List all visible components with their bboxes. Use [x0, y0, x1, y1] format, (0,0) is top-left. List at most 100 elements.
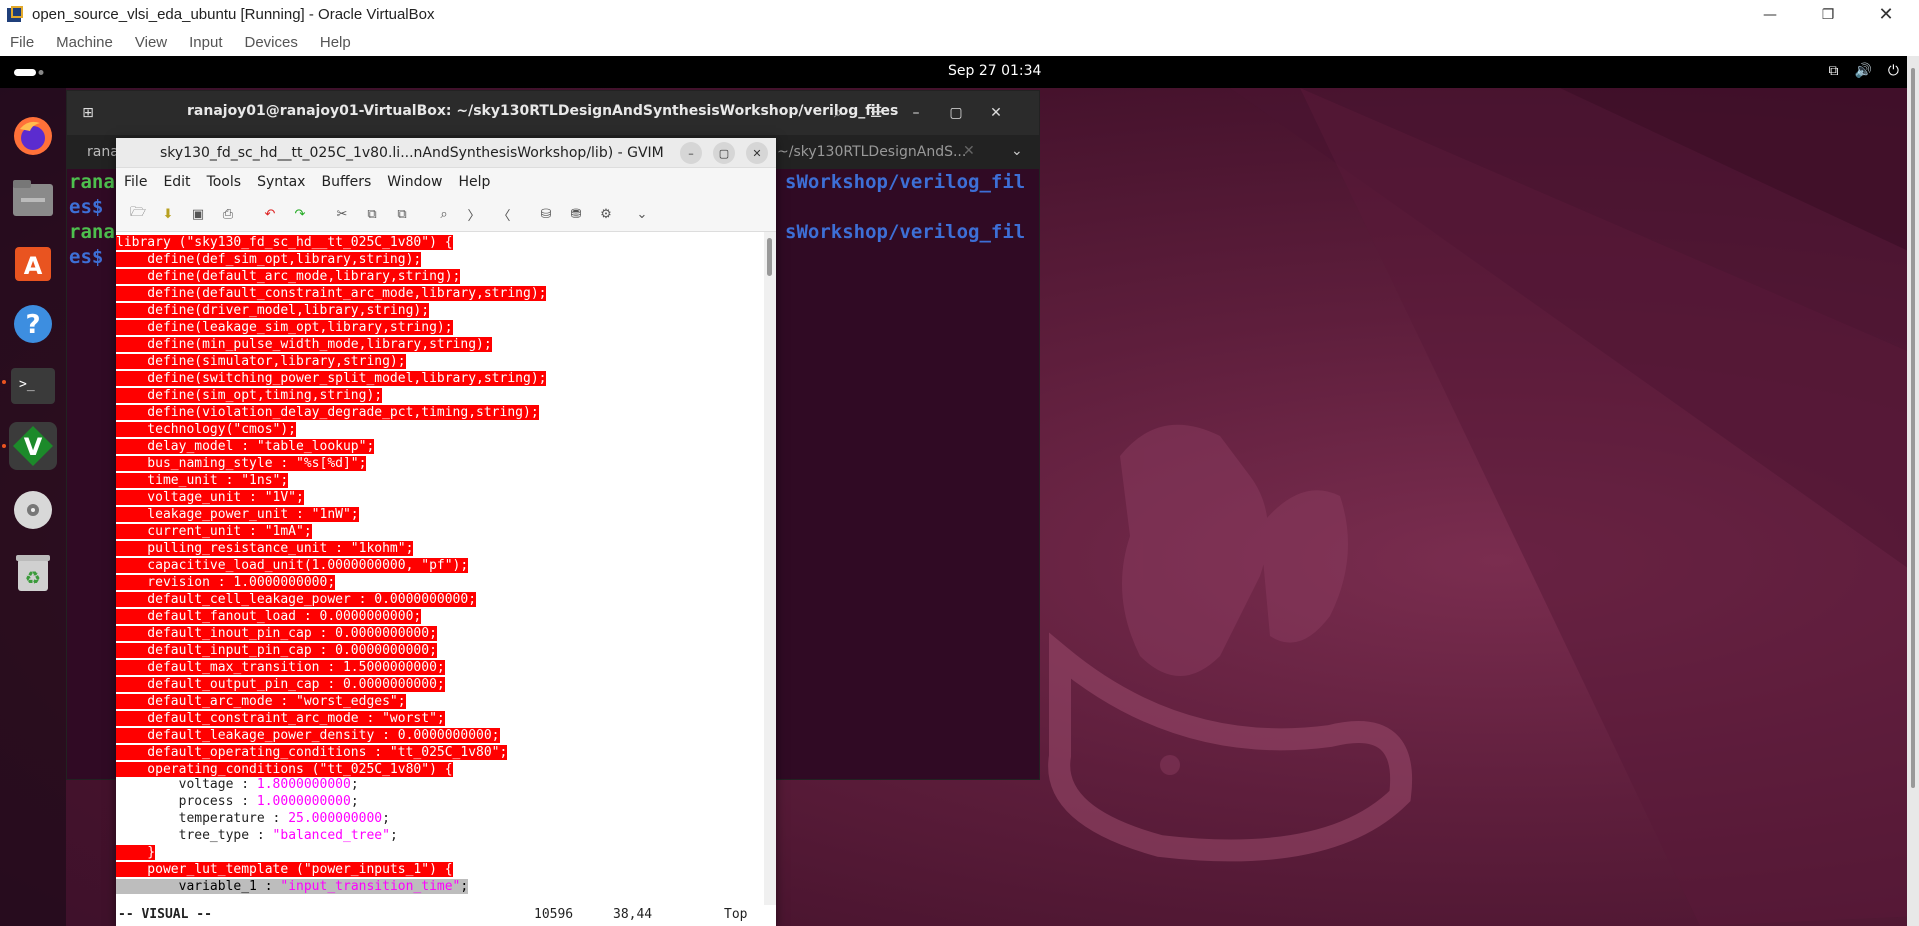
files-icon[interactable]	[9, 174, 57, 222]
code-line: default_cell_leakage_power : 0.000000000…	[116, 592, 477, 607]
terminal-headerbar: ⊞ ranajoy01@ranajoy01-VirtualBox: ~/sky1…	[67, 91, 1039, 135]
chevron-down-icon[interactable]: ⌄	[1011, 143, 1023, 159]
undo-icon[interactable]: ↶	[260, 204, 280, 224]
code-line: bus_naming_style : "%s[%d]";	[116, 456, 367, 471]
cut-icon[interactable]: ✂	[332, 204, 352, 224]
svg-text:?: ?	[25, 310, 40, 340]
code-line: default_max_transition : 1.5000000000;	[116, 660, 445, 675]
dvd-icon[interactable]	[9, 486, 57, 534]
clock[interactable]: Sep 27 01:34	[948, 63, 1041, 79]
gvim-close-button[interactable]: ✕	[746, 142, 768, 164]
host-scroll-thumb[interactable]	[1911, 68, 1915, 788]
chevron-down-icon[interactable]: ⌄	[632, 204, 652, 224]
gvim-scrollbar[interactable]	[764, 232, 776, 905]
cursor-position: 38,44	[613, 907, 653, 922]
terminal-icon[interactable]: >_	[9, 362, 57, 410]
gvim-scroll-thumb[interactable]	[767, 238, 772, 276]
code-line: pulling_resistance_unit : "1kohm";	[116, 541, 414, 556]
gvim-maximize-button[interactable]: ▢	[713, 142, 735, 164]
run-script-icon[interactable]: ⚙	[596, 204, 616, 224]
gvim-menu-edit[interactable]: Edit	[163, 174, 190, 190]
network-icon[interactable]: ⧉	[1828, 63, 1838, 79]
save-icon[interactable]: ▣	[188, 204, 208, 224]
host-scrollbar[interactable]	[1907, 56, 1919, 926]
app-center-icon[interactable]: A	[9, 238, 57, 286]
gvim-menu-file[interactable]: File	[124, 174, 147, 190]
code-line: define(def_sim_opt,library,string);	[116, 252, 422, 267]
host-menu-input[interactable]: Input	[189, 34, 222, 51]
code-line: temperature : 25.000000000;	[116, 811, 390, 826]
host-menu-devices[interactable]: Devices	[245, 34, 298, 51]
gvim-menu-tools[interactable]: Tools	[207, 174, 242, 190]
menu-icon[interactable]: ☰	[863, 101, 889, 125]
gvim-editor[interactable]: library ("sky130_fd_sc_hd__tt_025C_1v80"…	[116, 232, 764, 905]
svg-text:A: A	[24, 252, 43, 280]
svg-text:>_: >_	[19, 377, 35, 392]
host-close-button[interactable]: ✕	[1857, 0, 1915, 29]
host-restore-button[interactable]: ❐	[1799, 0, 1857, 29]
host-menu-view[interactable]: View	[135, 34, 167, 51]
gvim-menu-window[interactable]: Window	[387, 174, 442, 190]
gvim-icon[interactable]: V	[9, 422, 57, 470]
gvim-toolbar: 🗁 ⬇ ▣ ⎙ ↶ ↷ ✂ ⧉ ⧉ ⌕ 〉 〈 ⛁ ⛃ ⚙ ⌄	[116, 196, 776, 232]
vim-mode: -- VISUAL --	[118, 907, 212, 922]
host-minimize-button[interactable]: —	[1741, 0, 1799, 29]
open-icon[interactable]: 🗁	[128, 204, 148, 224]
host-menu-machine[interactable]: Machine	[56, 34, 113, 51]
code-line: library ("sky130_fd_sc_hd__tt_025C_1v80"…	[116, 235, 453, 250]
code-line: define(default_arc_mode,library,string);	[116, 269, 461, 284]
new-tab-icon[interactable]: ⊞	[75, 101, 101, 125]
gvim-running-dot	[2, 444, 6, 448]
copy-icon[interactable]: ⧉	[362, 204, 382, 224]
code-line: define(sim_opt,timing,string);	[116, 388, 383, 403]
gvim-menu-help[interactable]: Help	[458, 174, 490, 190]
gvim-minimize-button[interactable]: –	[680, 142, 702, 164]
code-line: tree_type : "balanced_tree";	[116, 828, 398, 843]
terminal-line-path: sWorkshop/verilog_fil	[785, 221, 1026, 243]
code-line: default_inout_pin_cap : 0.0000000000;	[116, 626, 437, 641]
dock: A ? >_ V ♻	[0, 88, 66, 926]
code-line: default_output_pin_cap : 0.0000000000;	[116, 677, 445, 692]
gvim-menubar: File Edit Tools Syntax Buffers Window He…	[116, 168, 776, 196]
print-icon[interactable]: ⎙	[218, 204, 238, 224]
selection-count: 10596	[534, 907, 574, 922]
find-prev-icon[interactable]: 〈	[494, 204, 514, 224]
load-session-icon[interactable]: ⛁	[536, 204, 556, 224]
code-line: define(driver_model,library,string);	[116, 303, 430, 318]
paste-icon[interactable]: ⧉	[392, 204, 412, 224]
code-line: default_input_pin_cap : 0.0000000000;	[116, 643, 437, 658]
search-icon[interactable]: ⌕	[825, 101, 851, 125]
find-next-icon[interactable]: 〉	[464, 204, 484, 224]
svg-text:♻: ♻	[25, 568, 41, 589]
find-replace-icon[interactable]: ⌕	[434, 204, 454, 224]
terminal-minimize-button[interactable]: –	[903, 101, 929, 125]
tab-2[interactable]: ~/sky130RTLDesignAndS...	[777, 144, 966, 160]
volume-icon[interactable]: 🔊	[1854, 63, 1871, 79]
host-titlebar: open_source_vlsi_eda_ubuntu [Running] - …	[0, 0, 1919, 29]
save-session-icon[interactable]: ⛃	[566, 204, 586, 224]
host-menu-file[interactable]: File	[10, 34, 34, 51]
activities-indicator[interactable]	[14, 69, 44, 76]
gnome-top-bar: Sep 27 01:34 ⧉ 🔊 ⏻	[0, 56, 1919, 88]
firefox-icon[interactable]	[9, 112, 57, 160]
gvim-menu-buffers[interactable]: Buffers	[321, 174, 371, 190]
code-line-cursor: variable_1 : "input_transition_time";	[116, 879, 469, 894]
system-tray[interactable]: ⧉ 🔊 ⏻	[1828, 63, 1899, 79]
download-icon[interactable]: ⬇	[158, 204, 178, 224]
trash-icon[interactable]: ♻	[9, 548, 57, 596]
terminal-maximize-button[interactable]: ▢	[943, 101, 969, 125]
power-icon[interactable]: ⏻	[1888, 63, 1899, 79]
tab-1[interactable]: rana	[87, 144, 119, 160]
gvim-menu-syntax[interactable]: Syntax	[257, 174, 305, 190]
host-menu-help[interactable]: Help	[320, 34, 351, 51]
gvim-title: sky130_fd_sc_hd__tt_025C_1v80.li...nAndS…	[160, 145, 664, 161]
help-icon[interactable]: ?	[9, 300, 57, 348]
code-line: process : 1.0000000000;	[116, 794, 359, 809]
gvim-window[interactable]: sky130_fd_sc_hd__tt_025C_1v80.li...nAndS…	[116, 138, 776, 926]
gvim-titlebar: sky130_fd_sc_hd__tt_025C_1v80.li...nAndS…	[116, 138, 776, 168]
code-line: voltage_unit : "1V";	[116, 490, 304, 505]
redo-icon[interactable]: ↷	[290, 204, 310, 224]
virtualbox-icon	[4, 5, 26, 25]
tab-close-icon[interactable]: ✕	[963, 143, 975, 159]
terminal-close-button[interactable]: ✕	[983, 101, 1009, 125]
